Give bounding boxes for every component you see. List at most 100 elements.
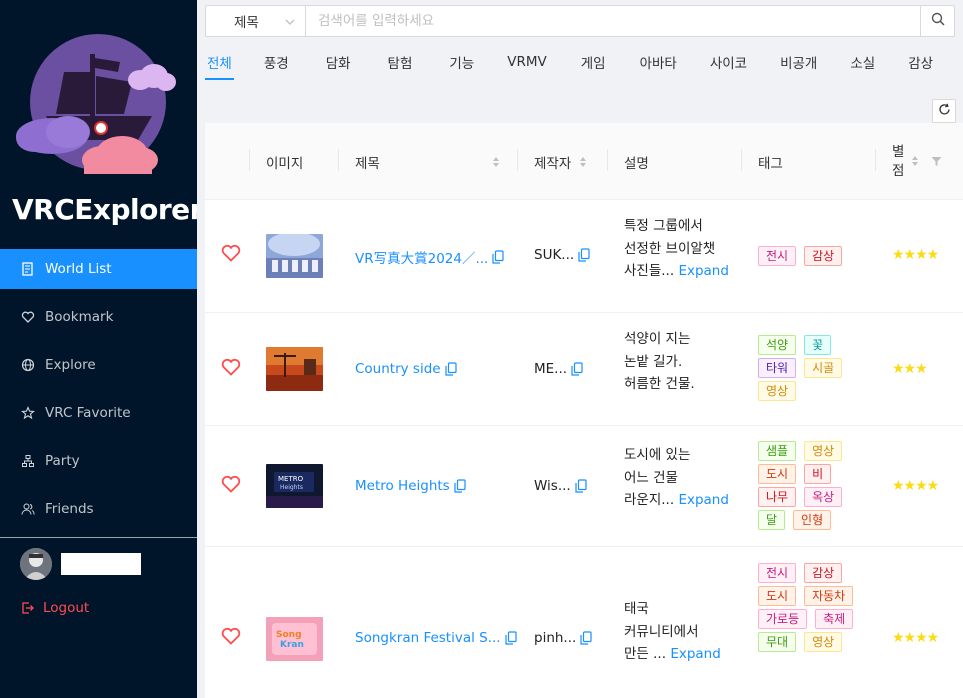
tab-talk[interactable]: 담화 [324,44,353,80]
search-button[interactable] [920,6,954,36]
creator-cell: pinh... [534,630,592,646]
avatar [20,548,52,580]
heart-icon [221,627,241,649]
tags-cell: 샘플 영상 도시 비 나무 옥상 달 인형 [758,441,866,530]
tab-explore[interactable]: 탐험 [386,44,415,80]
tab-all[interactable]: 전체 [205,44,234,80]
world-title: Metro Heights [355,478,450,494]
tag: 영상 [758,381,797,401]
tag: 감상 [804,246,843,266]
username-redacted [61,553,141,575]
user-profile[interactable] [20,548,141,580]
tab-psycho[interactable]: 사이코 [708,44,749,80]
refresh-button[interactable] [932,99,956,123]
sidebar-item-bookmark[interactable]: Bookmark [0,297,197,337]
heart-icon [20,309,36,325]
table-row: Country side ME... 석양이 지는 논밭 길가. 허름한 건물.… [205,313,963,426]
tab-avatar[interactable]: 아바타 [638,44,679,80]
rating-stars: ★★★★ [892,478,939,494]
tags-cell: 석양 꽃 타워 시골 영상 [758,335,866,401]
world-thumbnail[interactable] [266,234,323,278]
sort-icon [579,156,587,168]
favorite-heart-button[interactable] [221,244,241,266]
tag: 전시 [758,563,797,583]
copy-icon[interactable] [454,479,466,493]
expand-link[interactable]: Expand [678,492,729,508]
svg-text:Heights: Heights [280,484,303,491]
stars-value: ★★★★ [892,630,939,646]
list-icon [20,261,36,277]
filter-icon[interactable] [931,155,942,171]
expand-link[interactable]: Expand [670,646,721,662]
sidebar-item-friends[interactable]: Friends [0,489,197,529]
world-title: Country side [355,361,441,377]
tab-appreciation[interactable]: 감상 [906,44,935,80]
sidebar-item-world-list[interactable]: World List [0,249,197,289]
world-title-link[interactable]: Metro Heights [355,478,466,494]
stars-value: ★★★ [892,361,928,377]
copy-icon[interactable] [578,248,590,262]
header-title-label: 제목 [355,155,380,172]
tab-scenery[interactable]: 풍경 [262,44,291,80]
heart-icon [221,244,241,266]
tab-feature[interactable]: 기능 [447,44,476,80]
world-thumbnail[interactable] [266,347,323,391]
rating-stars: ★★★★ [892,247,939,263]
sidebar-item-vrc-favorite[interactable]: VRC Favorite [0,393,197,433]
tab-vrmv[interactable]: VRMV [505,44,549,80]
copy-icon[interactable] [580,631,592,645]
sort-icon [492,156,500,168]
description-cell: 특정 그룹에서 선정한 브이알챗 사진들... Expand [624,215,736,283]
app-logo [12,28,187,188]
tag: 영상 [804,441,843,461]
favorite-heart-button[interactable] [221,475,241,497]
tag: 자동차 [804,586,854,606]
header-description: 설명 [624,155,649,172]
sidebar-item-party[interactable]: Party [0,441,197,481]
creator-name: pinh... [534,630,577,646]
copy-icon[interactable] [444,362,457,376]
world-thumbnail[interactable]: METRO Heights [266,464,323,508]
table-row: METRO Heights Metro Heights Wis... 도시에 있는… [205,426,963,547]
description-line: 태국 [624,601,649,617]
tab-game[interactable]: 게임 [579,44,608,80]
world-title-link[interactable]: Songkran Festival S... [355,630,517,646]
description-line: 라운지... [624,492,675,508]
world-thumbnail[interactable]: Song Kran [266,617,323,661]
tag: 비 [804,464,832,484]
header-rating-line1: 별 [892,143,905,160]
copy-icon[interactable] [492,250,504,264]
tags-cell: 전시 감상 도시 자동차 가로등 축제 무대 영상 [758,563,866,652]
logout-button[interactable]: Logout [20,600,89,616]
tag: 감상 [804,563,843,583]
tab-lost[interactable]: 소실 [848,44,877,80]
globe-icon [20,357,36,373]
search-input[interactable] [306,6,920,36]
creator-name: SUK... [534,247,575,263]
description-cell: 도시에 있는 어느 건물 라운지... Expand [624,444,736,512]
copy-icon[interactable] [505,631,517,645]
world-title-link[interactable]: Country side [355,361,457,377]
sort-icon[interactable] [911,155,919,171]
header-title[interactable]: 제목 [355,123,500,200]
team-icon [20,453,36,469]
expand-link[interactable]: Expand [678,263,729,279]
copy-icon[interactable] [571,362,583,376]
tag: 전시 [758,246,797,266]
header-rating[interactable]: 별 점 [892,123,904,200]
rating-stars: ★★★ [892,361,928,377]
world-title-link[interactable]: VR写真大賞2024／... [355,247,504,267]
header-creator[interactable]: 제작자 [534,123,587,200]
tab-private[interactable]: 비공개 [778,44,819,80]
header-rating-line2: 점 [892,162,905,179]
creator-cell: Wis... [534,478,587,494]
copy-icon[interactable] [575,479,587,493]
favorite-heart-button[interactable] [221,627,241,649]
search-field-select[interactable]: 제목 [206,6,306,36]
favorite-heart-button[interactable] [221,358,241,380]
description-line: 선정한 브이알챗 [624,240,716,257]
sidebar-item-explore[interactable]: Explore [0,345,197,385]
creator-cell: SUK... [534,247,590,263]
category-tabs: 전체 풍경 담화 탐험 기능 VRMV 게임 아바타 사이코 비공개 소실 감상 [205,44,963,86]
description-cell: 석양이 지는 논밭 길가. 허름한 건물. [624,328,736,396]
